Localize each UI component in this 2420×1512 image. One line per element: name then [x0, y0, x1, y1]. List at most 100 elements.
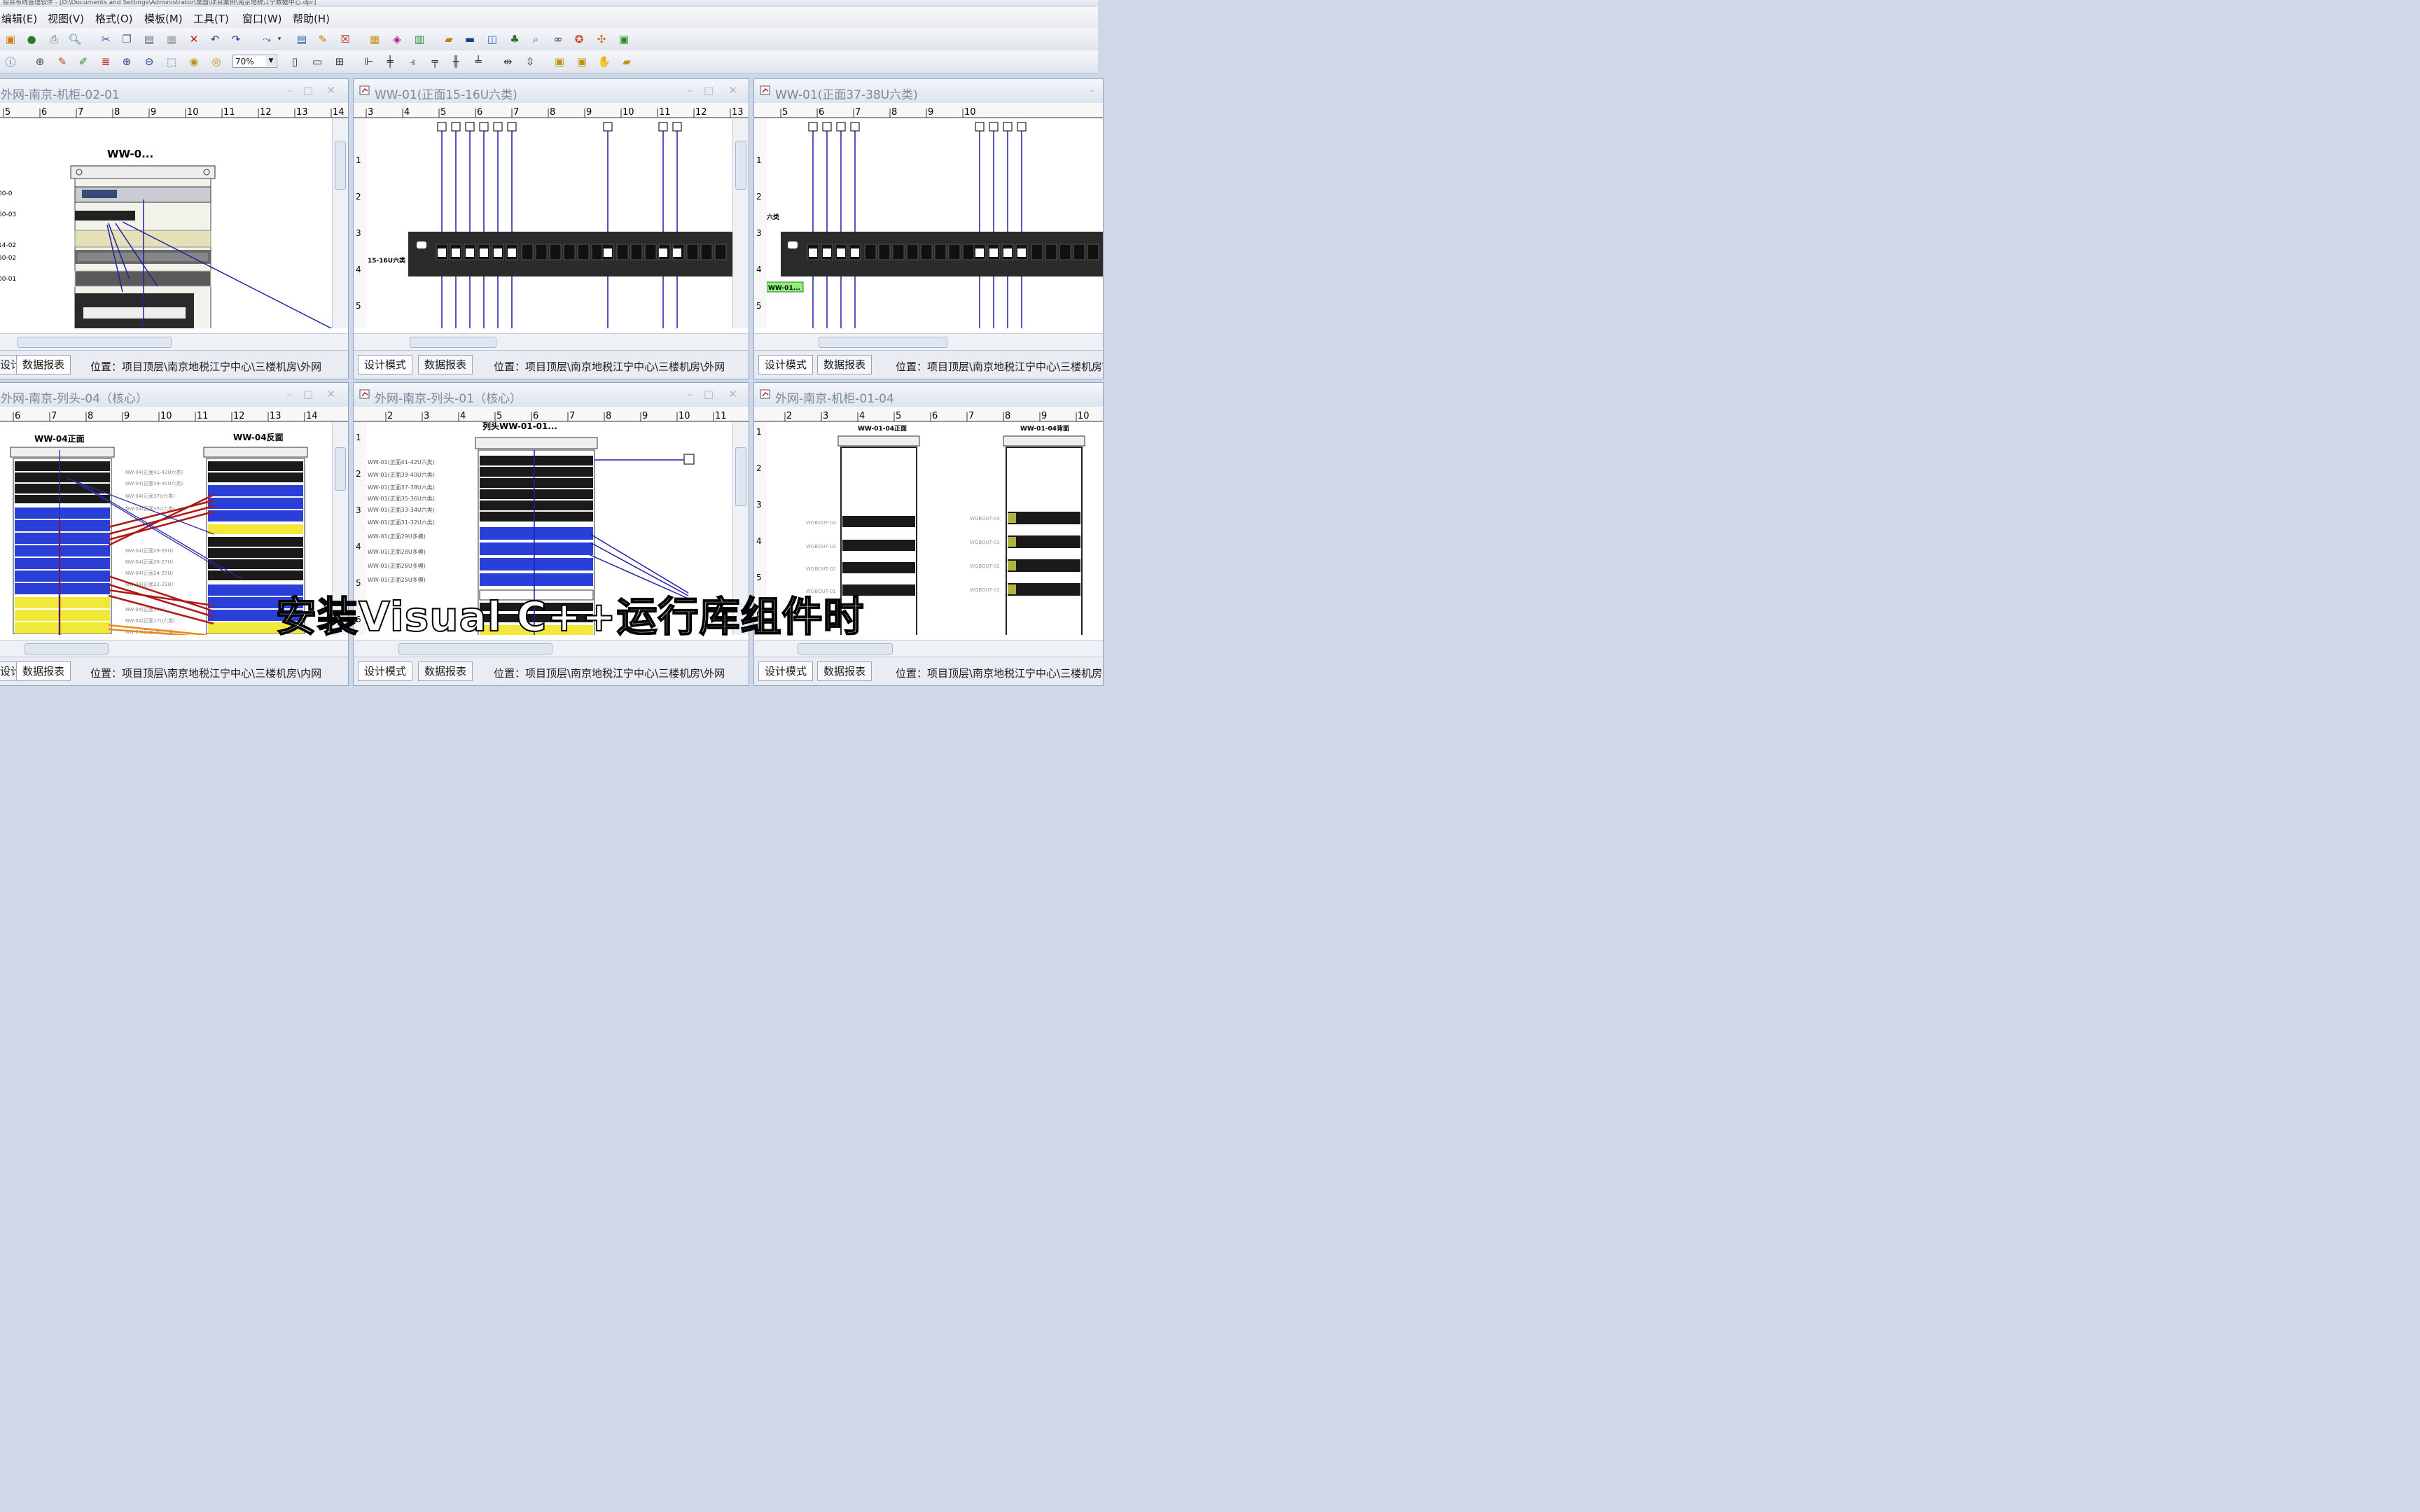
drawing-canvas[interactable]: 六类 WW-01... [767, 118, 1103, 328]
scroll-thumb[interactable] [819, 337, 947, 348]
find-icon[interactable]: ⌕ [528, 32, 543, 46]
window-rack-02-01[interactable]: 外网-南京-机柜-02-01 – □ ✕ 5 6 7 8 9 10 11 12 … [0, 78, 349, 379]
group-icon[interactable]: ⊞ [332, 55, 347, 69]
minimize-icon[interactable]: – [1090, 84, 1095, 97]
info-icon[interactable]: ⓘ [3, 55, 18, 69]
zoom-in-icon[interactable]: ⊕ [119, 55, 134, 69]
remove-icon[interactable]: ☒ [338, 32, 353, 46]
print-icon[interactable]: ⎙ [46, 32, 62, 46]
frame2-icon[interactable]: ▣ [574, 55, 590, 69]
zoom-tool-icon[interactable]: ⊕ [32, 55, 48, 69]
align-center-icon[interactable]: ╪ [382, 55, 398, 69]
align-middle-icon[interactable]: ╫ [448, 55, 464, 69]
binoculars-icon[interactable]: ∞ [550, 32, 566, 46]
export-icon[interactable]: ▣ [616, 32, 632, 46]
maximize-icon[interactable]: □ [704, 84, 714, 97]
rack-cabinet[interactable] [70, 165, 216, 328]
window-titlebar[interactable]: 外网-南京-机柜-02-01 – □ ✕ [0, 79, 348, 104]
pencil-icon[interactable]: ✎ [55, 55, 70, 69]
distribute-icon[interactable]: ▭ [310, 55, 325, 69]
rack-front[interactable] [10, 447, 115, 634]
minimize-icon[interactable]: – [688, 84, 693, 97]
globe-icon[interactable]: ● [24, 32, 39, 46]
window-panel-15-16u[interactable]: WW-01(正面15-16U六类) – □ ✕ 3 4 5 6 7 8 9 10… [353, 78, 749, 379]
open-folder-icon[interactable]: ▰ [619, 55, 634, 69]
tab-data-report[interactable]: 数据报表 [16, 355, 71, 374]
patch-panel[interactable] [781, 232, 1103, 276]
menu-format[interactable]: 格式(O) [95, 11, 133, 26]
scroll-thumb[interactable] [18, 337, 172, 348]
selected-label-box[interactable]: WW-01... [767, 281, 804, 293]
zoom-area-icon[interactable]: ⬚ [164, 55, 179, 69]
vertical-scrollbar[interactable] [732, 118, 749, 328]
tab-design-mode[interactable]: 设计模式 [358, 662, 413, 681]
drawing-canvas[interactable]: WW-0... 00-0 60-03 14-02 60-02 00-01 [0, 118, 333, 328]
horizontal-scrollbar[interactable] [0, 333, 348, 351]
drawing-canvas[interactable]: 15-16U六类 [366, 118, 733, 328]
menu-tools[interactable]: 工具(T) [193, 11, 229, 26]
close-icon[interactable]: ✕ [326, 388, 335, 400]
menu-help[interactable]: 帮助(H) [293, 11, 330, 26]
scroll-thumb[interactable] [335, 447, 346, 491]
align-left-edge-icon[interactable]: ⊩ [361, 55, 377, 69]
tab-data-report[interactable]: 数据报表 [418, 355, 473, 374]
close-icon[interactable]: ✕ [728, 84, 737, 97]
window-panel-37-38u[interactable]: WW-01(正面37-38U六类) – 5 6 7 8 9 10 1 2 3 4… [753, 78, 1104, 379]
redo-icon[interactable]: ↷ [228, 32, 244, 46]
zoom-fit-icon[interactable]: ◉ [186, 55, 202, 69]
window-titlebar[interactable]: 外网-南京-列头-04（核心） – □ ✕ [0, 383, 348, 407]
scroll-thumb[interactable] [410, 337, 496, 348]
frame-icon[interactable]: ▣ [552, 55, 567, 69]
align-left-icon[interactable]: ▯ [287, 55, 302, 69]
format-painter-icon[interactable]: ▦ [164, 32, 179, 46]
connector-icon[interactable]: ⤳ [259, 32, 274, 46]
window-titlebar[interactable]: WW-01(正面37-38U六类) – [754, 79, 1103, 104]
delete-icon[interactable]: ✕ [186, 32, 202, 46]
scroll-thumb[interactable] [25, 643, 109, 654]
minimize-icon[interactable]: – [688, 388, 693, 400]
menu-view[interactable]: 视图(V) [48, 11, 84, 26]
align-right-icon[interactable]: ⫣ [405, 55, 420, 69]
cut-icon[interactable]: ✂ [98, 32, 113, 46]
tab-data-report[interactable]: 数据报表 [817, 662, 872, 681]
save-icon[interactable]: ▣ [3, 32, 18, 46]
minimize-icon[interactable]: – [287, 84, 293, 97]
tree-icon[interactable]: ♣ [507, 32, 522, 46]
minimize-icon[interactable]: – [287, 388, 293, 400]
folder-icon[interactable]: ▰ [441, 32, 457, 46]
outlet-connector[interactable] [683, 454, 695, 465]
align-top-icon[interactable]: ╤ [427, 55, 443, 69]
space-v-icon[interactable]: ⇳ [522, 55, 538, 69]
tab-data-report[interactable]: 数据报表 [16, 662, 71, 681]
brush-icon[interactable]: ✐ [76, 55, 91, 69]
tag-icon[interactable]: ◈ [389, 32, 405, 46]
maximize-icon[interactable]: □ [303, 84, 313, 97]
window-titlebar[interactable]: WW-01(正面15-16U六类) – □ ✕ [354, 79, 749, 104]
close-icon[interactable]: ✕ [728, 388, 737, 400]
paste-icon[interactable]: ▤ [141, 32, 157, 46]
rack-back[interactable] [1003, 435, 1085, 635]
network-icon[interactable]: ✣ [594, 32, 609, 46]
grid-icon[interactable]: ▦ [367, 32, 382, 46]
tab-design-mode[interactable]: 设计模式 [358, 355, 413, 374]
vertical-scrollbar[interactable] [332, 118, 348, 328]
window-icon[interactable]: ◫ [485, 32, 500, 46]
window-titlebar[interactable]: 外网-南京-机柜-01-04 [754, 383, 1103, 407]
scroll-thumb[interactable] [398, 643, 552, 654]
zoom-out-icon[interactable]: ⊖ [141, 55, 157, 69]
lifebuoy-icon[interactable]: ✪ [571, 32, 587, 46]
menu-template[interactable]: 模板(M) [144, 11, 183, 26]
menu-window[interactable]: 窗口(W) [242, 11, 282, 26]
scroll-thumb[interactable] [735, 141, 746, 190]
chevron-down-icon[interactable]: ▼ [266, 56, 276, 66]
maximize-icon[interactable]: □ [303, 388, 313, 400]
maximize-icon[interactable]: □ [704, 388, 714, 400]
tab-data-report[interactable]: 数据报表 [817, 355, 872, 374]
scroll-thumb[interactable] [735, 447, 746, 506]
window-titlebar[interactable]: 外网-南京-列头-01（核心） – □ ✕ [354, 383, 749, 407]
scroll-thumb[interactable] [335, 141, 346, 190]
horizontal-scrollbar[interactable] [754, 333, 1103, 351]
layers-icon[interactable]: ≣ [98, 55, 113, 69]
menu-edit[interactable]: 编辑(E) [1, 11, 37, 26]
page-icon[interactable]: ▤ [294, 32, 310, 46]
